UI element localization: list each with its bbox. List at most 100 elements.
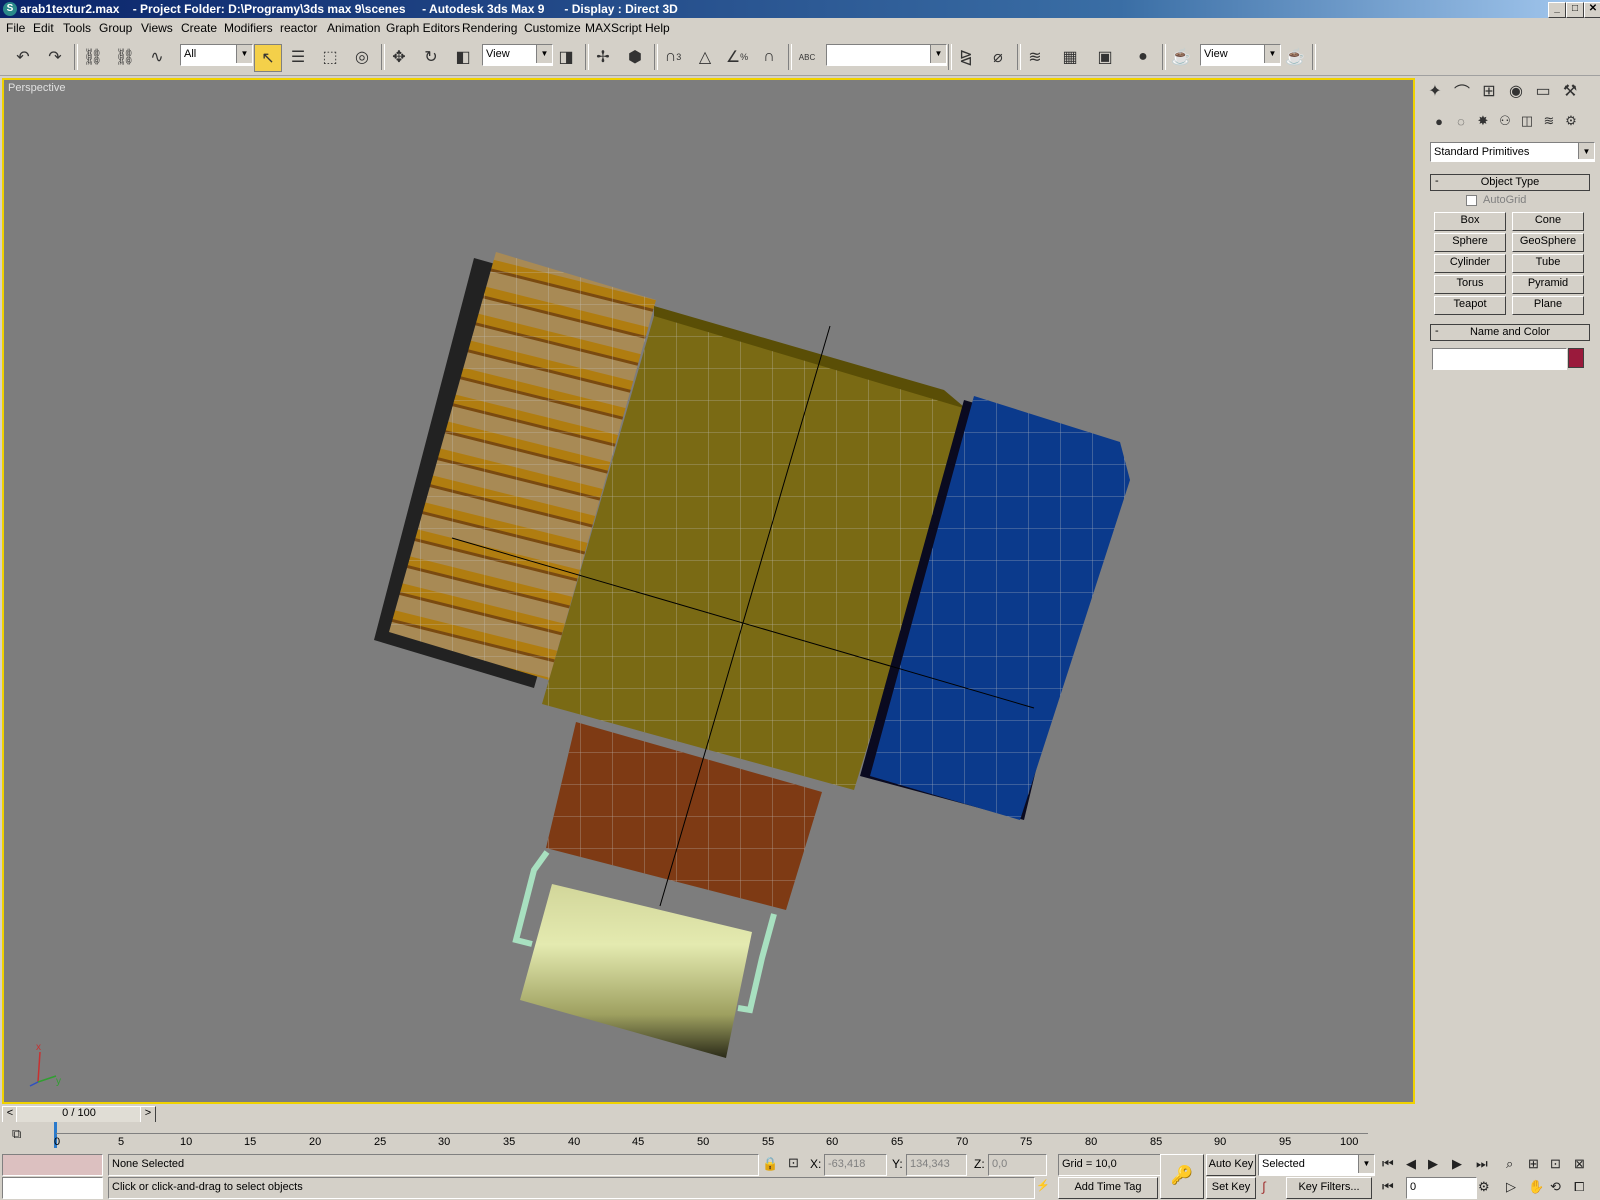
cylinder-button[interactable]: Cylinder bbox=[1434, 254, 1506, 273]
render-view-dropdown[interactable]: View ▼ bbox=[1200, 44, 1281, 66]
object-color-swatch[interactable] bbox=[1568, 348, 1584, 368]
render-setup-icon[interactable]: ☕ bbox=[1168, 44, 1194, 70]
scale-icon[interactable]: ◧ bbox=[450, 44, 476, 70]
edit-named-selection-icon[interactable]: ABC bbox=[794, 44, 820, 70]
name-and-color-rollout-header[interactable]: - Name and Color bbox=[1430, 324, 1590, 341]
menu-customize[interactable]: Customize bbox=[524, 21, 581, 35]
play-icon[interactable]: ▶ bbox=[1428, 1156, 1438, 1172]
app-logo-icon[interactable]: S bbox=[3, 2, 17, 16]
zoom-extents-all-icon[interactable]: ⊠ bbox=[1574, 1156, 1585, 1172]
menu-graph-editors[interactable]: Graph Editors bbox=[386, 21, 460, 35]
next-frame-icon[interactable]: ▶ bbox=[1452, 1156, 1462, 1172]
z-coordinate-field[interactable]: 0,0 bbox=[988, 1154, 1047, 1176]
create-tab-icon[interactable]: ✦ bbox=[1422, 78, 1448, 104]
object-name-input[interactable] bbox=[1432, 348, 1567, 370]
viewport-scene[interactable]: x y bbox=[4, 80, 1413, 1102]
menu-group[interactable]: Group bbox=[99, 21, 132, 35]
menu-modifiers[interactable]: Modifiers bbox=[224, 21, 273, 35]
default-tangent-icon[interactable]: ∫ bbox=[1262, 1179, 1266, 1194]
menu-views[interactable]: Views bbox=[141, 21, 173, 35]
absolute-mode-icon[interactable]: ⊡ bbox=[788, 1155, 799, 1171]
window-crossing-icon[interactable]: ◎ bbox=[349, 44, 375, 70]
teapot-button[interactable]: Teapot bbox=[1434, 296, 1506, 315]
minimize-button[interactable]: _ bbox=[1548, 2, 1566, 18]
geosphere-button[interactable]: GeoSphere bbox=[1512, 233, 1584, 252]
maxscript-listener-mini[interactable] bbox=[2, 1154, 103, 1176]
curve-editor-icon[interactable]: ▦ bbox=[1057, 44, 1083, 70]
maximize-button[interactable]: □ bbox=[1566, 2, 1584, 18]
key-filters-button[interactable]: Key Filters... bbox=[1286, 1177, 1372, 1199]
motion-tab-icon[interactable]: ◉ bbox=[1503, 78, 1529, 104]
set-key-big-button[interactable]: 🔑 bbox=[1160, 1154, 1204, 1199]
hierarchy-tab-icon[interactable]: ⊞ bbox=[1476, 78, 1502, 104]
maximize-viewport-icon[interactable]: ⧠ bbox=[1574, 1179, 1584, 1195]
select-object-icon[interactable]: ↖ bbox=[254, 44, 282, 72]
go-to-end-icon[interactable]: ⏭ bbox=[1476, 1156, 1488, 1172]
time-next-button[interactable]: > bbox=[140, 1106, 156, 1123]
move-icon[interactable]: ✥ bbox=[386, 44, 412, 70]
time-tag-icon[interactable]: ⚡ bbox=[1036, 1179, 1050, 1192]
previous-frame-icon[interactable]: ◀ bbox=[1406, 1156, 1416, 1172]
unlink-icon[interactable]: ⛓ bbox=[112, 44, 138, 70]
bind-space-warp-icon[interactable]: ∿ bbox=[144, 44, 170, 70]
material-editor-icon[interactable]: ● bbox=[1130, 44, 1156, 70]
autogrid-checkbox[interactable]: AutoGrid bbox=[1466, 194, 1526, 206]
named-selection-dropdown[interactable]: ▼ bbox=[826, 44, 947, 66]
keyboard-shortcut-override-icon[interactable]: ⬢ bbox=[622, 44, 648, 70]
mirror-icon[interactable]: ⧎ bbox=[953, 44, 979, 70]
systems-icon[interactable]: ⚙ bbox=[1558, 108, 1584, 134]
redo-icon[interactable]: ↷ bbox=[42, 44, 68, 70]
rectangular-selection-icon[interactable]: ⬚ bbox=[317, 44, 343, 70]
select-link-icon[interactable]: ⛓ bbox=[80, 44, 106, 70]
arc-rotate-icon[interactable]: ⟲ bbox=[1550, 1179, 1561, 1195]
menu-reactor[interactable]: reactor bbox=[280, 21, 317, 35]
align-icon[interactable]: ⌀ bbox=[985, 44, 1011, 70]
selection-filter-dropdown[interactable]: All ▼ bbox=[180, 44, 253, 66]
sphere-button[interactable]: Sphere bbox=[1434, 233, 1506, 252]
time-configuration-icon[interactable]: ⚙ bbox=[1478, 1179, 1490, 1195]
select-manipulate-icon[interactable]: ✢ bbox=[590, 44, 616, 70]
quick-render-icon[interactable]: ☕ bbox=[1282, 44, 1308, 70]
rotate-icon[interactable]: ↻ bbox=[418, 44, 444, 70]
set-key-button[interactable]: Set Key bbox=[1206, 1177, 1256, 1199]
menu-tools[interactable]: Tools bbox=[63, 21, 91, 35]
time-slider-thumb[interactable]: 0 / 100 bbox=[16, 1106, 142, 1123]
perspective-viewport[interactable]: Perspective x y bbox=[2, 78, 1415, 1104]
plane-button[interactable]: Plane bbox=[1512, 296, 1584, 315]
y-coordinate-field[interactable]: 134,343 bbox=[906, 1154, 967, 1176]
pan-hand-icon[interactable]: ✋ bbox=[1528, 1179, 1544, 1195]
reference-coordinate-dropdown[interactable]: View ▼ bbox=[482, 44, 553, 66]
pivot-center-icon[interactable]: ◨ bbox=[553, 44, 579, 70]
menu-help[interactable]: Help bbox=[645, 21, 670, 35]
key-mode-dropdown[interactable]: Selected ▼ bbox=[1258, 1154, 1375, 1176]
menu-create[interactable]: Create bbox=[181, 21, 217, 35]
add-time-tag-button[interactable]: Add Time Tag bbox=[1058, 1177, 1158, 1199]
mini-curve-editor-icon[interactable]: ⧉ bbox=[12, 1126, 21, 1142]
spinner-snap-icon[interactable]: ∩ bbox=[756, 44, 782, 70]
object-category-dropdown[interactable]: Standard Primitives ▼ bbox=[1430, 142, 1595, 162]
angle-snap-icon[interactable]: △ bbox=[692, 44, 718, 70]
maxscript-input[interactable] bbox=[2, 1177, 103, 1199]
menu-file[interactable]: File bbox=[6, 21, 25, 35]
percent-snap-icon[interactable]: ∠% bbox=[724, 44, 750, 70]
object-type-rollout-header[interactable]: - Object Type bbox=[1430, 174, 1590, 191]
zoom-extents-icon[interactable]: ⊡ bbox=[1550, 1156, 1561, 1172]
auto-key-button[interactable]: Auto Key bbox=[1206, 1154, 1256, 1176]
zoom-all-icon[interactable]: ⊞ bbox=[1528, 1156, 1539, 1172]
layer-manager-icon[interactable]: ≋ bbox=[1022, 44, 1048, 70]
box-button[interactable]: Box bbox=[1434, 212, 1506, 231]
menu-rendering[interactable]: Rendering bbox=[462, 21, 517, 35]
field-of-view-icon[interactable]: ▷ bbox=[1506, 1179, 1516, 1195]
current-frame-field[interactable]: 0 bbox=[1406, 1177, 1477, 1199]
tube-button[interactable]: Tube bbox=[1512, 254, 1584, 273]
modify-tab-icon[interactable]: ⌒ bbox=[1449, 78, 1475, 104]
lock-selection-icon[interactable]: 🔒 bbox=[762, 1156, 778, 1172]
close-button[interactable]: ✕ bbox=[1584, 2, 1600, 18]
undo-icon[interactable]: ↶ bbox=[10, 44, 36, 70]
menu-maxscript[interactable]: MAXScript bbox=[585, 21, 642, 35]
go-to-start-icon[interactable]: ⏮ bbox=[1382, 1156, 1394, 1172]
key-mode-toggle-icon[interactable]: ⏮ bbox=[1382, 1179, 1394, 1195]
snaps-toggle-icon[interactable]: ∩ 3 bbox=[660, 44, 686, 70]
zoom-icon[interactable]: ⌕ bbox=[1506, 1156, 1513, 1172]
select-by-name-icon[interactable]: ☰ bbox=[285, 44, 311, 70]
